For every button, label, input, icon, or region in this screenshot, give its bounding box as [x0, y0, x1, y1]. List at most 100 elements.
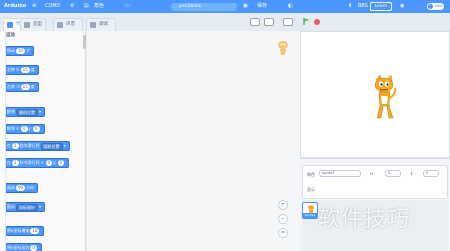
code-icon [7, 22, 13, 28]
block-text: 秒内滑行到 x: [19, 160, 45, 165]
block-text: 面向 [7, 204, 15, 209]
change-x-input[interactable]: 10 [30, 228, 40, 234]
project-name-input[interactable]: pen1blink [171, 3, 237, 11]
fullscreen-icon[interactable] [283, 18, 293, 26]
seconds-input[interactable]: 1 [12, 160, 19, 166]
block-glide[interactable]: 在 1 秒内滑行到 随机位置 ▾ [6, 141, 70, 151]
brush-icon [24, 22, 30, 28]
tab-sounds-label: 声音 [66, 22, 75, 27]
sprite-info-panel: 角色 Sprite1 ↔ 0 ↕ 0 显示 [302, 165, 448, 199]
menu-bar: Arduino ⊕ COM3 ⚙ ▤ 角色 ▭ pen1blink ▣ 保存 ◧… [0, 0, 450, 13]
share-icon[interactable]: ◧ [288, 3, 293, 10]
set-x-input[interactable]: 0 [30, 245, 37, 251]
degrees-input[interactable]: 15 [20, 84, 30, 90]
block-point-towards[interactable]: 面向 鼠标指针 ▾ [6, 202, 46, 212]
chevron-down-icon: ▾ [39, 204, 42, 209]
y-arrow-icon: ↕ [410, 171, 414, 176]
block-text: 在 [7, 143, 11, 148]
block-goto-xy[interactable]: 移到 x: 0 y: 0 [6, 124, 45, 134]
block-goto[interactable]: 移到 随机位置 ▾ [6, 107, 46, 117]
tab-sounds[interactable]: 声音 [53, 18, 83, 31]
target-dropdown[interactable]: 随机位置 [40, 142, 63, 150]
x-input[interactable]: 0 [45, 160, 53, 166]
debug-icon [90, 22, 96, 28]
tab-costumes[interactable]: 造型 [20, 18, 46, 31]
block-text: 秒内滑行到 [19, 143, 40, 148]
category-title: 运动 [6, 33, 15, 38]
small-stage-icon[interactable] [250, 18, 260, 26]
degrees-input[interactable]: 15 [20, 67, 30, 73]
sprite-cat-icon[interactable] [373, 74, 397, 122]
direction-input[interactable]: 90 [16, 185, 26, 191]
y-input[interactable]: 0 [32, 126, 40, 132]
script-workspace[interactable] [87, 31, 300, 251]
block-glide-xy[interactable]: 在 1 秒内滑行到 x: 0 y: 0 [6, 158, 70, 168]
y-input[interactable]: 0 [57, 160, 65, 166]
seconds-input[interactable]: 1 [12, 143, 19, 149]
block-text: 度 [30, 67, 35, 72]
sprite-menu[interactable]: 角色 [94, 3, 104, 10]
watermark-text: 软件技巧 [318, 207, 411, 232]
stage-header [300, 13, 450, 31]
block-text: 移到 [7, 109, 15, 114]
gear-icon[interactable]: ⚙ [70, 3, 74, 10]
block-text: 移动 [7, 48, 15, 53]
save-icon[interactable]: ▣ [243, 3, 248, 10]
large-stage-icon[interactable] [264, 18, 274, 26]
tab-debug[interactable]: 调试 [86, 18, 116, 31]
block-point-direction[interactable]: 面向 90 方向 [6, 183, 39, 193]
upload-icon[interactable]: ⬆ [348, 3, 352, 10]
login-button[interactable]: Learn [370, 2, 392, 11]
x-position-input[interactable]: 0 [385, 170, 401, 177]
palette-scrollbar[interactable] [83, 35, 86, 49]
sprite-card-label: Sprite1 [303, 213, 317, 218]
target-dropdown[interactable]: 鼠标指针 [16, 203, 38, 211]
tutorial-icon[interactable]: ▭ [125, 3, 130, 10]
tab-debug-label: 调试 [99, 22, 108, 27]
block-text: 在 [7, 160, 11, 165]
block-palette: 运动 移动 10 步 右转 ↻ 15 度 左转 ↺ 15 度 移到 随机位置 ▾ 移到 x: 0 y… [6, 31, 86, 251]
block-text: y: [28, 126, 32, 131]
zoom-reset-button[interactable]: = [278, 228, 288, 238]
block-turn-right[interactable]: 右转 ↻ 15 度 [6, 65, 39, 75]
block-move-steps[interactable]: 移动 10 步 [6, 46, 35, 56]
save-button[interactable]: 保存 [257, 3, 267, 10]
mode-toggle[interactable]: Web [427, 3, 444, 10]
sprite-name-label: 角色 [307, 172, 315, 177]
sprite-card[interactable]: Sprite1 [302, 202, 318, 219]
block-text: y: [53, 160, 57, 165]
stop-icon[interactable] [314, 19, 320, 25]
block-text: 面向 [7, 185, 15, 190]
sprite-thumbnail-icon [278, 41, 288, 55]
block-text: 右转 [7, 67, 15, 72]
chevron-down-icon: ▾ [39, 109, 42, 114]
port-selector[interactable]: COM3 [45, 3, 60, 10]
y-position-input[interactable]: 0 [423, 170, 439, 177]
rotate-right-icon: ↻ [16, 67, 20, 72]
block-turn-left[interactable]: 左转 ↺ 15 度 [6, 82, 39, 92]
block-text: 度 [30, 84, 35, 89]
file-icon[interactable]: ▤ [84, 3, 89, 10]
chevron-down-icon: ▾ [63, 143, 66, 148]
block-text: 左转 [7, 84, 15, 89]
zoom-out-button[interactable]: − [278, 214, 288, 224]
block-text: 方向 [26, 185, 35, 190]
login-label: Learn [374, 4, 388, 9]
x-arrow-icon: ↔ [370, 171, 374, 176]
app-window: Arduino ⊕ COM3 ⚙ ▤ 角色 ▭ pen1blink ▣ 保存 ◧… [0, 0, 450, 251]
zoom-in-button[interactable]: + [278, 200, 288, 210]
block-text: 将x坐标增加 [7, 228, 30, 233]
block-set-x[interactable]: 将x坐标设为 0 [6, 243, 42, 251]
target-dropdown[interactable]: 随机位置 [16, 108, 38, 116]
help-link[interactable]: BBS [358, 3, 368, 10]
globe-icon[interactable]: ⊕ [32, 3, 36, 10]
brand-label: Arduino [4, 3, 27, 9]
steps-input[interactable]: 10 [16, 48, 26, 54]
block-change-x[interactable]: 将x坐标增加 10 [6, 226, 45, 236]
sprite-name-input[interactable]: Sprite1 [319, 170, 361, 177]
show-label: 显示 [307, 187, 315, 192]
tab-costumes-label: 造型 [33, 22, 42, 27]
x-input[interactable]: 0 [21, 126, 28, 132]
green-flag-icon[interactable] [303, 18, 310, 25]
user-icon[interactable]: ◉ [400, 3, 404, 10]
